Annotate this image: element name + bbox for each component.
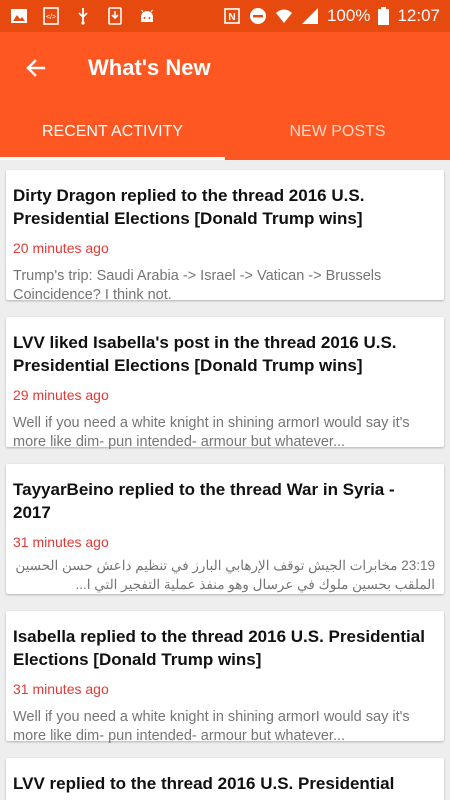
activity-list: Dirty Dragon replied to the thread 2016 … xyxy=(0,160,450,800)
page-title: What's New xyxy=(88,55,211,80)
activity-time: 31 minutes ago xyxy=(13,534,109,550)
usb-icon xyxy=(78,8,88,25)
activity-time: 29 minutes ago xyxy=(13,387,109,403)
image-icon xyxy=(11,9,27,23)
status-bar: </> N 100% 12:07 xyxy=(0,0,450,32)
activity-title: Dirty Dragon replied to the thread 2016 … xyxy=(13,186,365,228)
code-icon: </> xyxy=(43,7,59,25)
activity-card[interactable]: TayyarBeino replied to the thread War in… xyxy=(6,464,444,594)
activity-card[interactable]: Dirty Dragon replied to the thread 2016 … xyxy=(6,170,444,303)
dnd-icon xyxy=(249,8,266,24)
activity-title: TayyarBeino replied to the thread War in… xyxy=(13,480,395,522)
battery-percent: 100% xyxy=(326,6,371,25)
signal-icon xyxy=(301,8,318,24)
tab-label: RECENT ACTIVITY xyxy=(41,123,184,140)
android-icon xyxy=(141,9,153,22)
activity-card[interactable]: LVV replied to the thread 2016 U.S. Pres… xyxy=(6,758,444,800)
activity-snippet: 23:19 مخابرات الجيش توقف الإرهابي البارز… xyxy=(15,558,435,592)
activity-snippet: Well if you need a white knight in shini… xyxy=(13,415,410,450)
activity-card[interactable]: Isabella replied to the thread 2016 U.S.… xyxy=(6,611,444,744)
tab-bar: RECENT ACTIVITY NEW POSTS xyxy=(0,104,450,160)
wifi-icon xyxy=(275,9,292,23)
tab-label: NEW POSTS xyxy=(289,123,386,140)
activity-snippet: Trump's trip: Saudi Arabia -> Israel -> … xyxy=(13,268,382,303)
activity-snippet: Well if you need a white knight in shini… xyxy=(13,709,410,744)
app-bar: What's New xyxy=(0,32,450,104)
status-bar-system: N 100% 12:07 xyxy=(223,6,450,26)
svg-text:N: N xyxy=(228,12,235,23)
activity-title: LVV liked Isabella's post in the thread … xyxy=(13,333,397,375)
clock: 12:07 xyxy=(397,6,440,25)
back-button[interactable] xyxy=(16,48,56,88)
download-icon xyxy=(108,7,122,25)
battery-icon xyxy=(378,7,390,25)
tab-recent-activity[interactable]: RECENT ACTIVITY xyxy=(0,104,225,160)
status-bar-notifications: </> xyxy=(0,7,156,25)
nfc-icon: N xyxy=(224,8,240,24)
activity-card[interactable]: LVV liked Isabella's post in the thread … xyxy=(6,317,444,450)
svg-text:</>: </> xyxy=(46,14,56,21)
activity-title: LVV replied to the thread 2016 U.S. Pres… xyxy=(13,774,395,800)
activity-time: 31 minutes ago xyxy=(13,681,109,697)
tab-new-posts[interactable]: NEW POSTS xyxy=(225,104,450,160)
activity-time: 20 minutes ago xyxy=(13,240,109,256)
arrow-back-icon xyxy=(26,59,46,77)
activity-title: Isabella replied to the thread 2016 U.S.… xyxy=(13,627,425,669)
